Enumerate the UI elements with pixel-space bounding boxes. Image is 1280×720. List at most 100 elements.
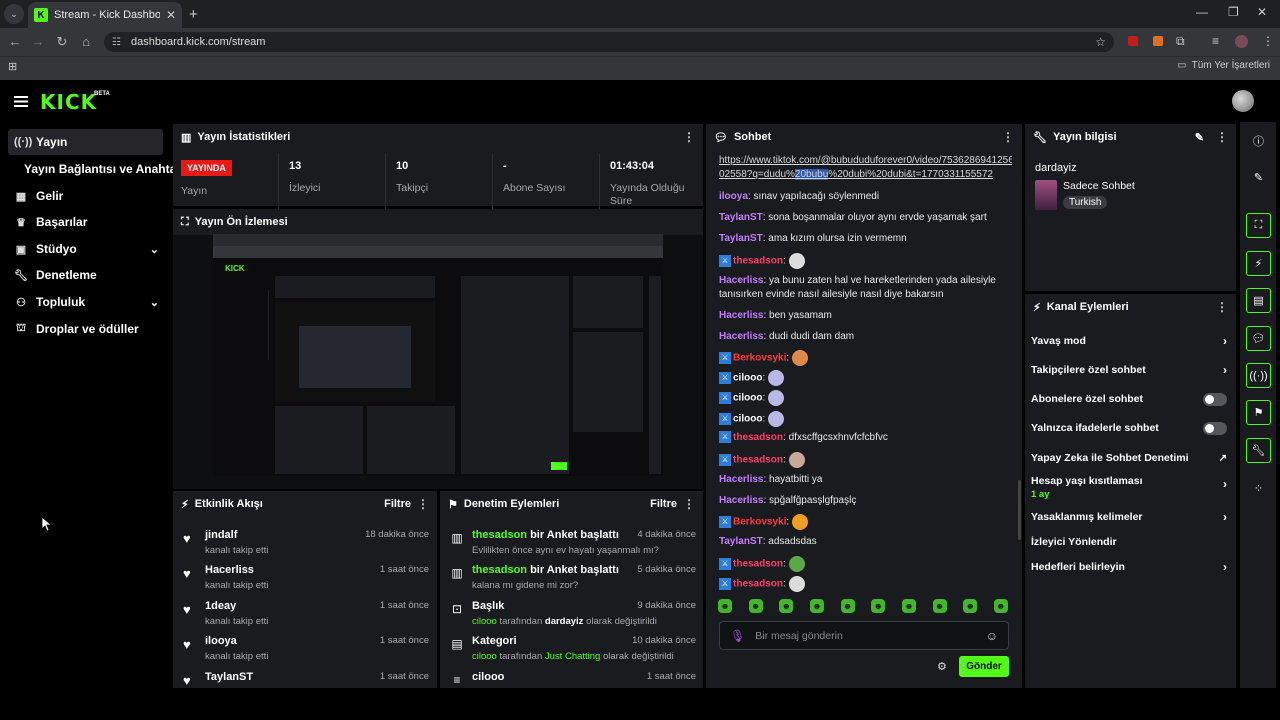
sidebar-item-stream-key[interactable]: Yayın Bağlantısı ve Anahtarı xyxy=(8,156,184,182)
chat-username[interactable]: thesadson xyxy=(733,559,783,570)
category-name[interactable]: Sadece Sohbet xyxy=(1063,180,1135,192)
action-ai-moderation[interactable]: Yapay Zeka ile Sohbet Denetimi ↗ xyxy=(1031,448,1227,468)
emote-button[interactable]: ☻ xyxy=(809,599,824,613)
emote-button[interactable]: ☻ xyxy=(901,599,916,613)
browser-tab[interactable]: K Stream - Kick Dashboard ✕ xyxy=(28,2,182,28)
stats-toggle-icon[interactable]: ▤ xyxy=(1246,288,1271,313)
extension-orange-icon[interactable] xyxy=(1153,36,1163,46)
more-options-icon[interactable]: ⋮ xyxy=(1216,300,1228,314)
moderation-toggle-icon[interactable]: ⚑ xyxy=(1246,400,1271,425)
chat-username[interactable]: thesadson xyxy=(733,455,783,466)
chat-username[interactable]: ilooya xyxy=(719,191,748,202)
activity-filter-button[interactable]: Filtre xyxy=(384,498,411,510)
chat-settings-gear-icon[interactable]: ⚙ xyxy=(937,660,947,673)
emote-button[interactable]: ☻ xyxy=(963,599,978,613)
chat-username[interactable]: TaylanST xyxy=(719,233,763,244)
action-raid[interactable]: İzleyici Yönlendir xyxy=(1031,532,1227,552)
emote-button[interactable]: ☻ xyxy=(718,599,732,613)
close-tab-icon[interactable]: ✕ xyxy=(166,8,176,22)
stream-preview-video[interactable]: KICK xyxy=(213,234,663,476)
omnibox[interactable]: ☷ dashboard.kick.com/stream ☆ xyxy=(104,32,1114,52)
chat-username[interactable]: Hacerliss xyxy=(719,495,763,506)
lightning-toggle-icon[interactable]: ⚡︎ xyxy=(1246,251,1271,276)
home-icon[interactable]: ⌂ xyxy=(77,34,95,49)
emoji-picker-icon[interactable]: ☺ xyxy=(986,629,998,643)
chat-separator: : xyxy=(783,558,789,570)
browser-menu-icon[interactable]: ⋮ xyxy=(1262,34,1274,48)
extensions-puzzle-icon[interactable]: ⧉ xyxy=(1176,34,1185,49)
sidebar-item-studyo[interactable]: ▣ Stüdyo ⌄ xyxy=(8,236,163,262)
more-options-icon[interactable]: ⋮ xyxy=(417,497,429,511)
edit-pencil-icon[interactable]: ✎ xyxy=(1246,165,1271,190)
emote-button[interactable]: ☻ xyxy=(748,599,763,613)
chat-username[interactable]: thesadson xyxy=(733,432,783,443)
subscribers-only-toggle[interactable] xyxy=(1203,392,1227,406)
microphone-icon[interactable]: 🎙︎ xyxy=(730,629,745,643)
emote-button[interactable]: ☻ xyxy=(779,599,794,613)
emote-button[interactable]: ☻ xyxy=(993,599,1008,613)
chat-username[interactable]: Hacerliss xyxy=(719,275,763,286)
emote-button[interactable]: ☻ xyxy=(932,599,947,613)
site-info-icon[interactable]: ☷ xyxy=(112,37,121,48)
extension-red-icon[interactable] xyxy=(1128,36,1138,46)
sidebar-item-yayin[interactable]: ((·)) Yayın xyxy=(8,129,163,155)
minimize-icon[interactable]: — xyxy=(1196,5,1208,19)
chat-username[interactable]: Hacerliss xyxy=(719,310,763,321)
emote-button[interactable]: ☻ xyxy=(871,599,886,613)
chat-username[interactable]: thesadson xyxy=(733,256,783,267)
profile-avatar[interactable] xyxy=(1235,35,1248,48)
action-account-age[interactable]: Hesap yaşı kısıtlaması 1 ay › xyxy=(1031,475,1227,505)
menu-hamburger-icon[interactable] xyxy=(14,96,28,107)
moderation-filter-button[interactable]: Filtre xyxy=(650,498,677,510)
chat-scrollbar[interactable] xyxy=(1018,480,1021,540)
send-button[interactable]: Gönder xyxy=(959,656,1009,677)
close-window-icon[interactable]: ✕ xyxy=(1257,5,1267,19)
chat-username[interactable]: Hacerliss xyxy=(719,331,763,342)
tab-search-button[interactable]: ⌄ xyxy=(4,4,24,24)
chat-username[interactable]: TaylanST xyxy=(719,212,763,223)
chat-username[interactable]: thesadson xyxy=(733,579,783,590)
preview-toggle-icon[interactable]: ⛶ xyxy=(1246,213,1271,238)
emotes-only-toggle[interactable] xyxy=(1203,421,1227,435)
all-bookmarks-button[interactable]: ▭ Tüm Yer İşaretleri xyxy=(1177,60,1270,71)
chat-message-input[interactable]: 🎙︎ Bir mesaj gönderin ☺ xyxy=(719,621,1009,650)
reading-list-icon[interactable]: ≡ xyxy=(1212,34,1219,48)
sidebar-item-droplar[interactable]: ⛫ Droplar ve ödüller xyxy=(8,316,163,342)
chat-username[interactable]: TaylanST xyxy=(719,536,763,547)
add-widget-icon[interactable]: ⁘ xyxy=(1246,476,1271,501)
sidebar-item-gelir[interactable]: ▦ Gelir xyxy=(8,183,163,209)
chat-username[interactable]: Berkovsyki xyxy=(733,517,786,528)
kick-logo[interactable]: KICK xyxy=(40,90,97,114)
chat-username[interactable]: cilooo xyxy=(733,393,762,404)
chat-toggle-icon[interactable]: 💬︎ xyxy=(1246,326,1271,351)
action-slow-mode[interactable]: Yavaş mod › xyxy=(1031,331,1227,351)
sidebar-item-denetleme[interactable]: 🔧︎ Denetleme xyxy=(8,262,163,288)
info-icon[interactable]: ⓘ xyxy=(1246,128,1271,153)
apps-grid-icon[interactable]: ⊞ xyxy=(8,60,17,73)
action-followers-only[interactable]: Takipçilere özel sohbet › xyxy=(1031,360,1227,380)
chat-username[interactable]: cilooo xyxy=(733,373,762,384)
new-tab-button[interactable]: + xyxy=(189,6,198,23)
maximize-icon[interactable]: ❐ xyxy=(1228,5,1239,19)
action-goals[interactable]: Hedefleri belirleyin › xyxy=(1031,557,1227,577)
more-options-icon[interactable]: ⋮ xyxy=(683,130,695,144)
more-options-icon[interactable]: ⋮ xyxy=(683,497,695,511)
forward-icon[interactable]: → xyxy=(29,34,47,49)
broadcast-toggle-icon[interactable]: ((·)) xyxy=(1246,363,1271,388)
chat-link[interactable]: https://www.tiktok.com/@bubududuforever0… xyxy=(719,154,1012,182)
chat-username[interactable]: Hacerliss xyxy=(719,474,763,485)
user-avatar[interactable] xyxy=(1232,90,1254,112)
chat-username[interactable]: cilooo xyxy=(733,414,762,425)
more-options-icon[interactable]: ⋮ xyxy=(1216,130,1228,144)
reload-icon[interactable]: ↻ xyxy=(53,34,71,50)
edit-pencil-icon[interactable]: ✎ xyxy=(1195,131,1204,144)
sidebar-item-basarilar[interactable]: ♛ Başarılar xyxy=(8,209,163,235)
wrench-toggle-icon[interactable]: 🔧︎ xyxy=(1246,438,1271,463)
action-banned-words[interactable]: Yasaklanmış kelimeler › xyxy=(1031,507,1227,527)
chat-username[interactable]: Berkovsyki xyxy=(733,353,786,364)
emote-button[interactable]: ☻ xyxy=(840,599,855,613)
chat-text: ama kızım olursa izin vermemn xyxy=(768,233,907,244)
bookmark-star-icon[interactable]: ☆ xyxy=(1095,35,1106,49)
back-icon[interactable]: ← xyxy=(6,34,24,49)
sidebar-item-topluluk[interactable]: ⚇ Topluluk ⌄ xyxy=(8,289,163,315)
